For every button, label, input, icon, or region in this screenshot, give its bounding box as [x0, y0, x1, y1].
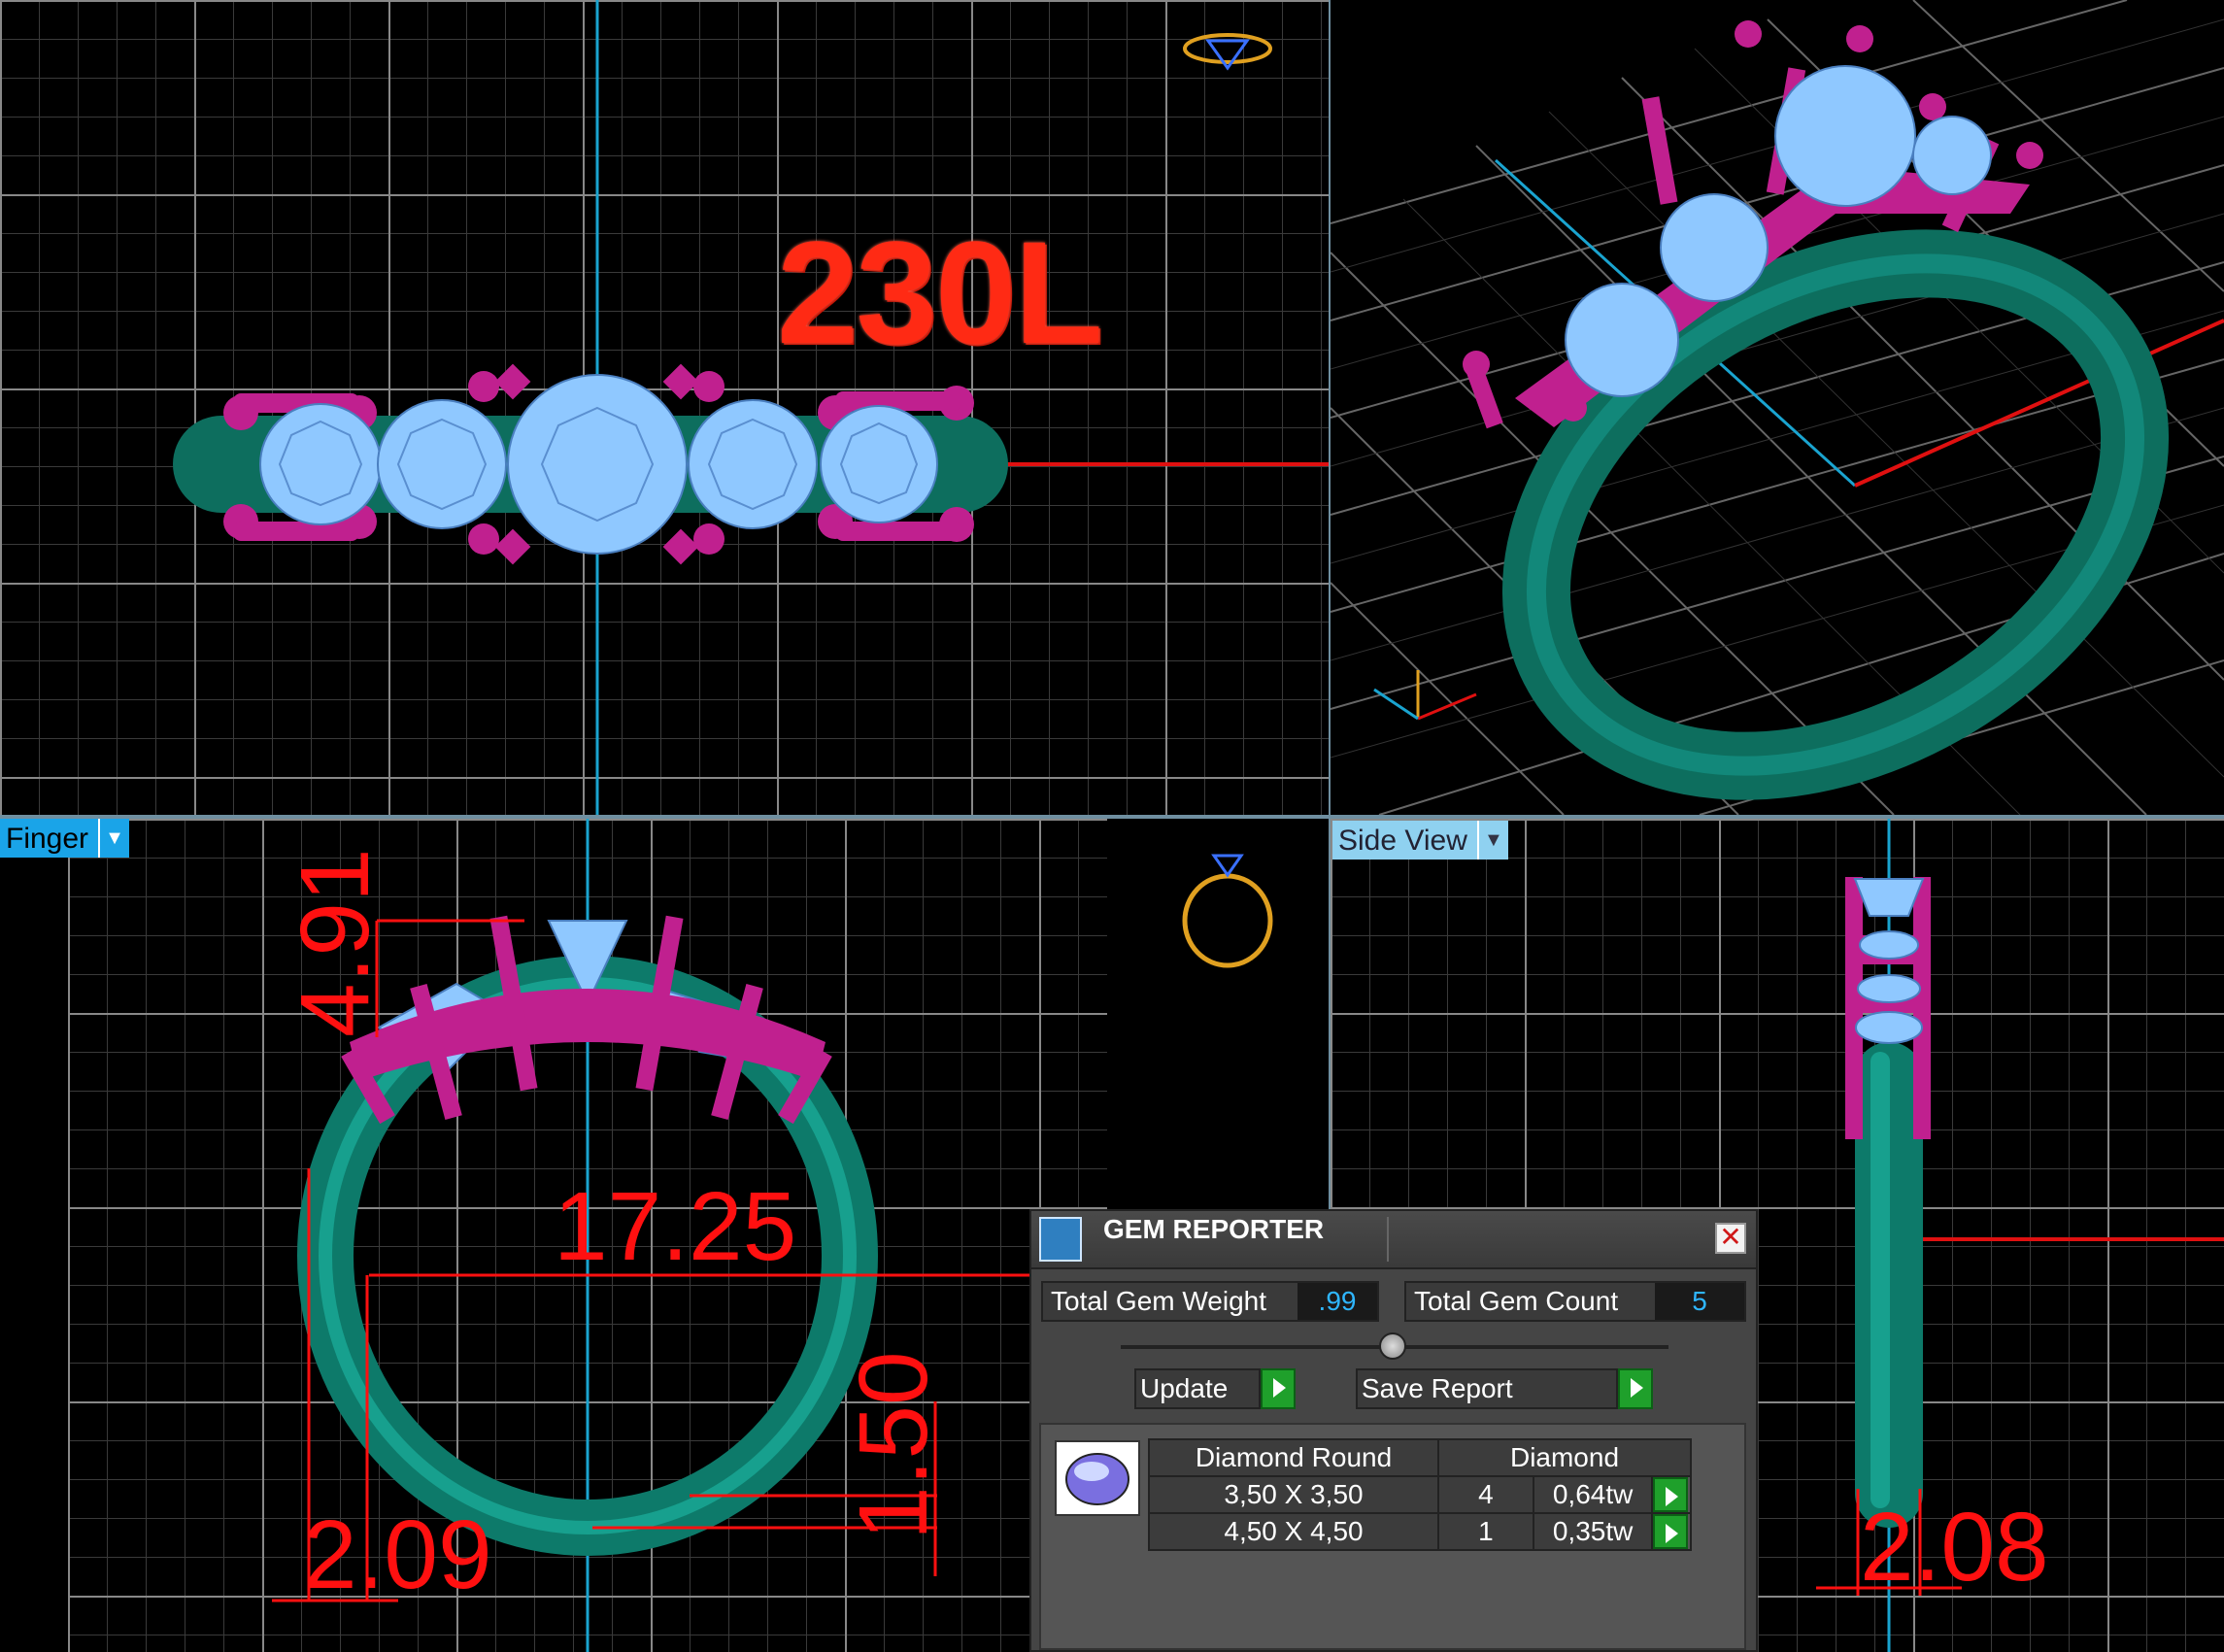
total-gem-weight-field: Total Gem Weight .99: [1041, 1281, 1379, 1322]
table-header-row: Diamond Round Diamond: [1148, 1438, 1692, 1477]
chevron-down-icon: ▼: [98, 819, 130, 858]
total-gem-count-field: Total Gem Count 5: [1404, 1281, 1746, 1322]
view-dropdown-side[interactable]: Side View ▼: [1332, 821, 1508, 860]
dimension-inner-diameter: 17.25: [554, 1172, 797, 1281]
model-label: 230L: [777, 211, 1103, 374]
gem-size: 3,50 X 3,50: [1148, 1475, 1439, 1514]
row-play-button[interactable]: [1651, 1512, 1692, 1551]
top-view-model: [173, 0, 1329, 815]
dimension-band-width: 2.09: [303, 1500, 492, 1609]
play-icon: [1653, 1514, 1689, 1549]
gem-table: Diamond Round Diamond 3,50 X 3,50 4 0,64…: [1148, 1438, 1692, 1551]
close-icon: ✕: [1719, 1222, 1742, 1252]
gem-thumbnail[interactable]: [1055, 1440, 1140, 1516]
gem-reporter-titlebar[interactable]: GEM REPORTER ✕: [1031, 1211, 1756, 1269]
play-icon: [1261, 1368, 1296, 1409]
gem-reporter-icon: [1039, 1217, 1082, 1262]
gem-size: 4,50 X 4,50: [1148, 1512, 1439, 1551]
update-button[interactable]: Update: [1134, 1368, 1296, 1409]
total-gem-weight-value: .99: [1297, 1283, 1377, 1320]
gem-weight: 0,35tw: [1532, 1512, 1654, 1551]
gem-reporter-panel: GEM REPORTER ✕ Total Gem Weight .99 Tota…: [1029, 1209, 1758, 1652]
gem-list: Diamond Round Diamond 3,50 X 3,50 4 0,64…: [1039, 1423, 1746, 1650]
dimension-height: 4.91: [281, 848, 389, 1037]
splitter-knob[interactable]: [1379, 1332, 1406, 1360]
view-cube-icon: [1183, 33, 1272, 71]
gem-shape-header: Diamond Round: [1148, 1438, 1439, 1477]
play-icon: [1618, 1368, 1653, 1409]
view-dropdown-finger[interactable]: Finger ▼: [0, 819, 130, 858]
gem-reporter-title: GEM REPORTER: [1103, 1214, 1325, 1244]
chevron-down-icon: ▼: [1476, 821, 1508, 860]
viewport-separator: [0, 815, 2224, 819]
total-gem-count-value: 5: [1655, 1283, 1744, 1320]
close-button[interactable]: ✕: [1715, 1223, 1746, 1254]
play-icon: [1653, 1477, 1689, 1512]
gem-count: 4: [1437, 1475, 1534, 1514]
row-play-button[interactable]: [1651, 1475, 1692, 1514]
save-report-button[interactable]: Save Report: [1356, 1368, 1653, 1409]
perspective-viewport[interactable]: [1331, 0, 2224, 815]
gem-count: 1: [1437, 1512, 1534, 1551]
dimension-side-band-width: 2.08: [1860, 1493, 2049, 1601]
top-viewport[interactable]: 230L: [0, 0, 1329, 815]
table-row[interactable]: 4,50 X 4,50 1 0,35tw: [1148, 1512, 1692, 1551]
perspective-view-model: [1331, 0, 2224, 815]
ring-view-icon: [1182, 854, 1273, 968]
gem-weight: 0,64tw: [1532, 1475, 1654, 1514]
gem-material-header: Diamond: [1437, 1438, 1692, 1477]
table-row[interactable]: 3,50 X 3,50 4 0,64tw: [1148, 1475, 1692, 1514]
dimension-band-thickness: 1.50: [839, 1351, 948, 1540]
